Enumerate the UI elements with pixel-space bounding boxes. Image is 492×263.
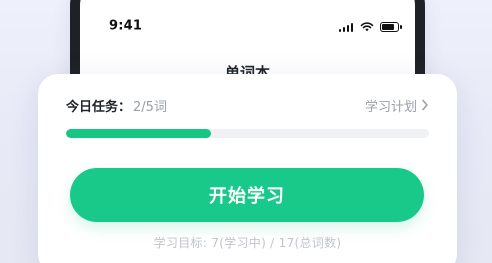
today-task-count: 2/5词 bbox=[133, 99, 167, 115]
signal-icon bbox=[339, 22, 354, 32]
study-target-text: 学习目标: 7(学习中) / 17(总词数) bbox=[153, 236, 342, 250]
wifi-icon bbox=[360, 22, 374, 32]
status-icons bbox=[339, 22, 402, 32]
today-task: 今日任务： 2/5词 bbox=[66, 96, 167, 115]
status-time: 9:41 bbox=[109, 18, 143, 34]
study-plan-link[interactable]: 学习计划 bbox=[365, 96, 429, 115]
study-plan-label: 学习计划 bbox=[364, 99, 417, 115]
battery-icon bbox=[380, 22, 402, 32]
status-bar: 9:41 bbox=[80, 0, 415, 34]
task-row: 今日任务： 2/5词 学习计划 bbox=[66, 96, 429, 115]
chevron-right-icon bbox=[422, 99, 428, 111]
progress-bar-track bbox=[66, 129, 429, 138]
today-task-label: 今日任务： bbox=[66, 99, 132, 115]
start-study-button[interactable]: 开始学习 bbox=[70, 168, 424, 222]
progress-bar-fill bbox=[66, 129, 212, 138]
study-card: 今日任务： 2/5词 学习计划 开始学习 学习目标: 7(学习中) / 17(总… bbox=[38, 74, 457, 263]
